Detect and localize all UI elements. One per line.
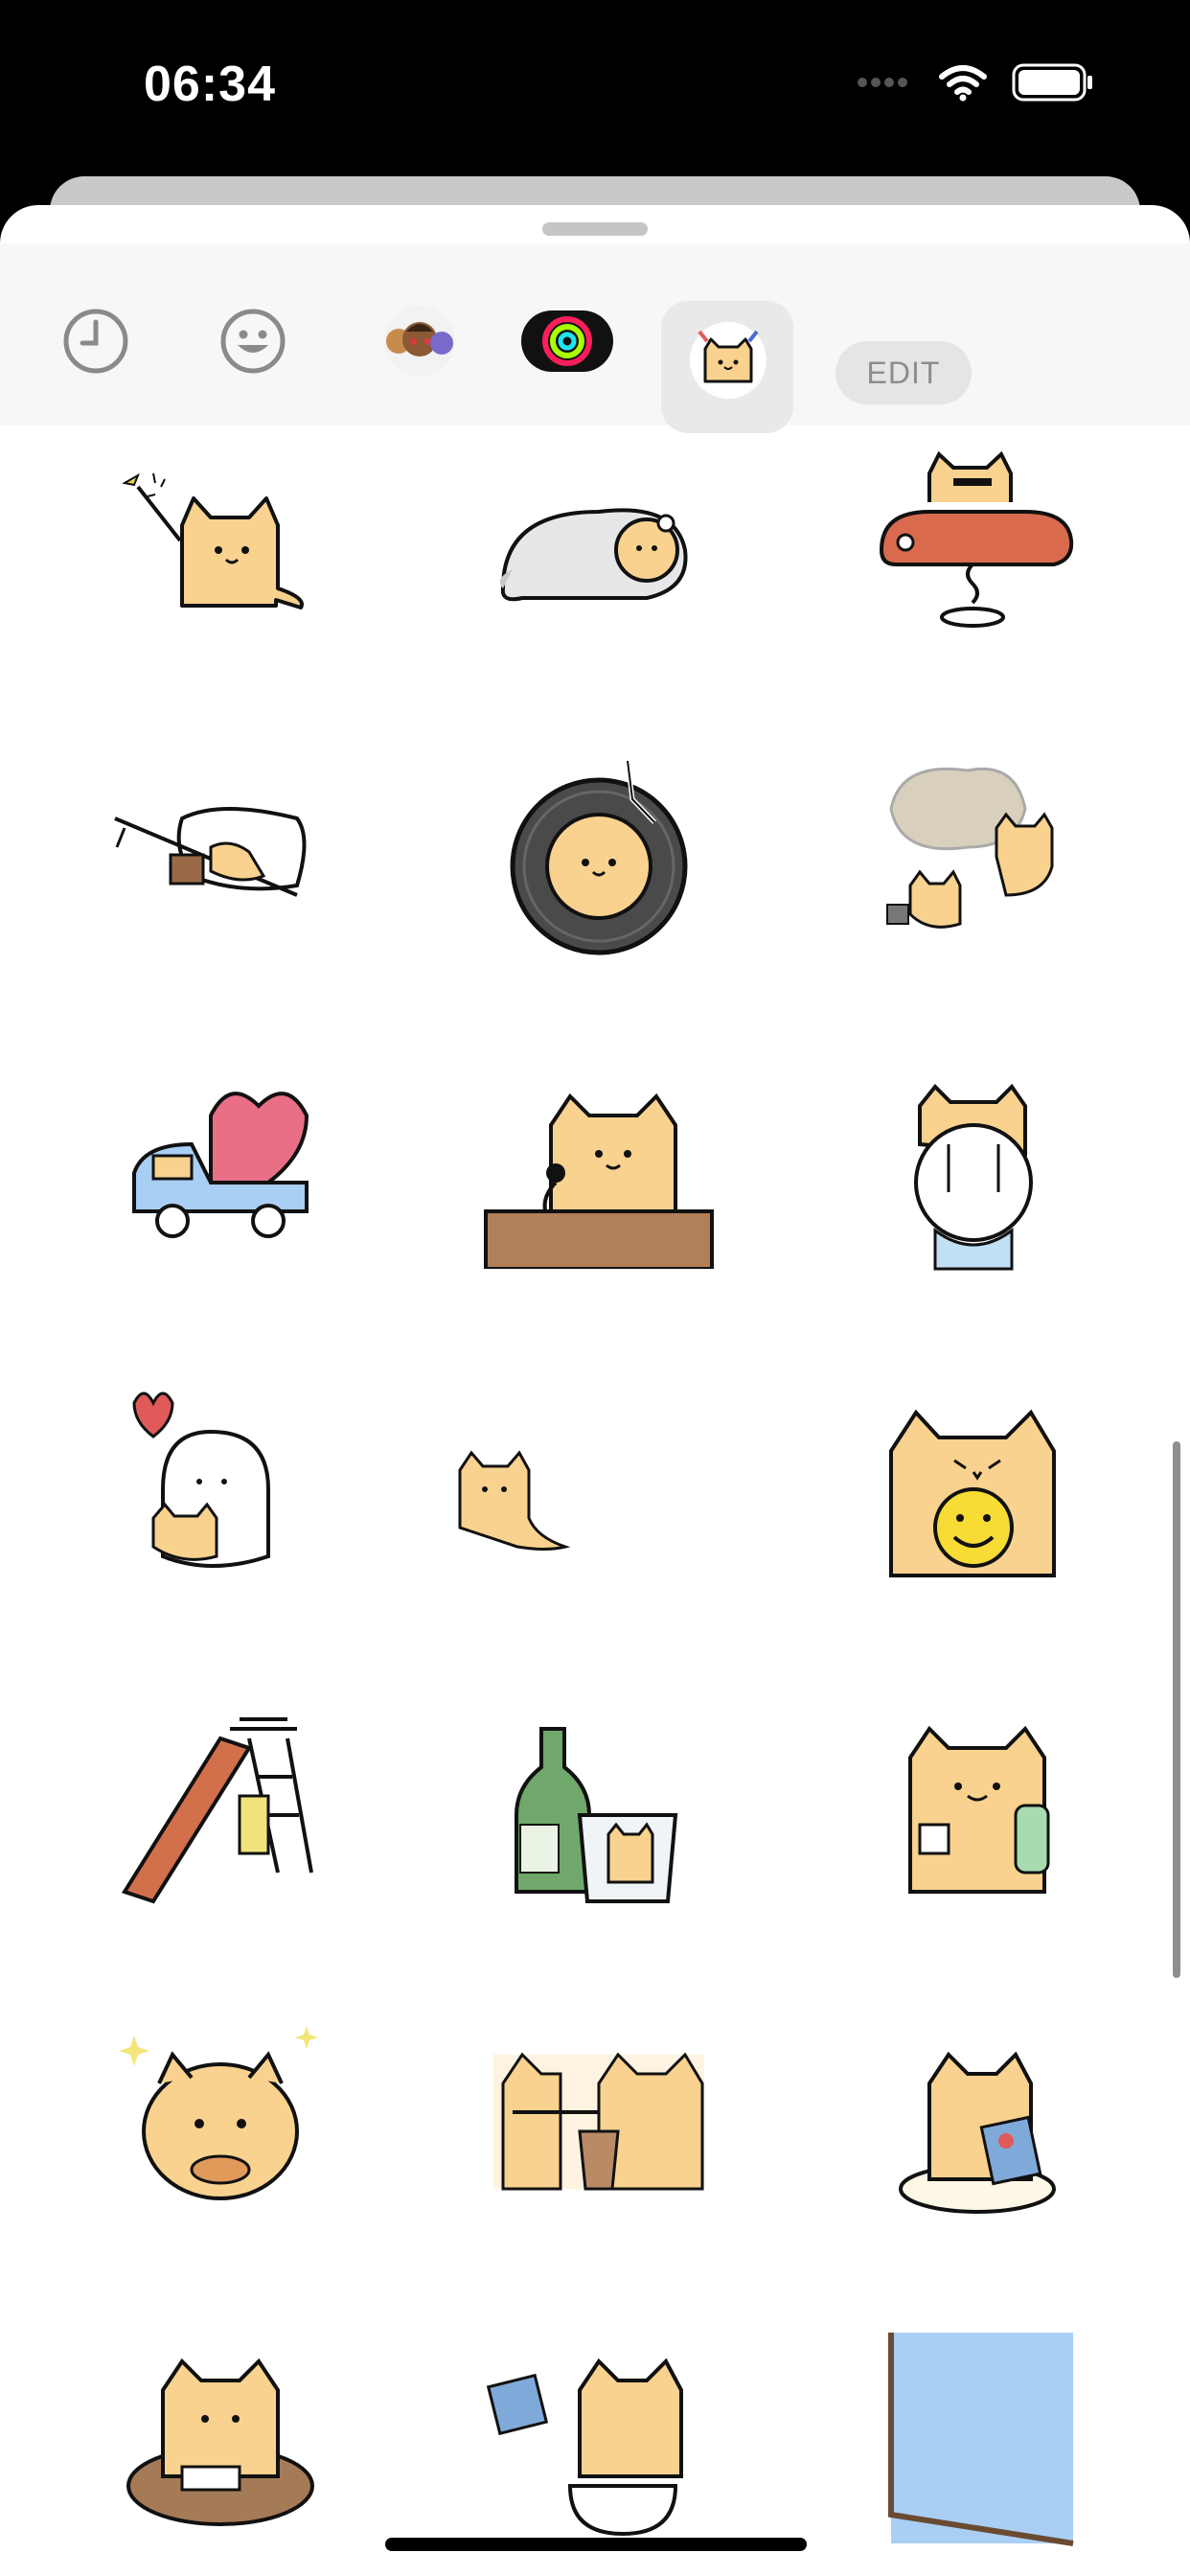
sticker-cat-drinks[interactable]: [862, 1690, 1092, 1920]
status-bar: 06:34: [0, 0, 1190, 172]
scrollbar[interactable]: [1173, 1441, 1180, 1978]
sticker-cat-cloud-dream[interactable]: [862, 742, 1092, 972]
sticker-ghost-with-heart[interactable]: [105, 1374, 335, 1604]
sticker-cat-microphone[interactable]: [484, 1058, 714, 1288]
cat-record-sticker: [510, 760, 688, 955]
wifi-icon: [939, 65, 987, 102]
sticker-cat-record[interactable]: [484, 742, 714, 972]
activity-tab[interactable]: [519, 303, 615, 380]
sticker-cat-window[interactable]: [862, 2323, 1092, 2553]
sticker-cat-toilet[interactable]: [484, 2323, 714, 2553]
sticker-cat-hugging-ghost[interactable]: [862, 1058, 1092, 1288]
cat-desk-writing-sticker: [126, 2358, 314, 2526]
cat-cloud-dream-sticker: [886, 767, 1054, 929]
home-indicator[interactable]: [385, 2538, 807, 2551]
cat-eating-sparkles-sticker: [119, 2026, 318, 2200]
recents-tab[interactable]: [57, 303, 134, 380]
cat-car-ride-sticker: [879, 450, 1074, 628]
sticker-cat-sparkler[interactable]: [105, 426, 335, 656]
sticker-cat-bottle-glass[interactable]: [484, 1690, 714, 1920]
sticker-cats-bubble-tea[interactable]: [484, 2007, 714, 2237]
sticker-toolbar: EDIT: [0, 243, 1190, 433]
cat-slide-sticker: [121, 1717, 313, 1904]
memoji-tab[interactable]: [372, 303, 468, 380]
cat-window-sticker: [888, 2333, 1074, 2546]
emoji-tab[interactable]: [215, 303, 291, 380]
sticker-cat-desk-writing[interactable]: [105, 2323, 335, 2553]
cat-smiley-ball-sticker: [889, 1409, 1056, 1577]
sticker-cat-snack-bag[interactable]: [862, 2007, 1092, 2237]
cat-pack-icon: [690, 322, 767, 399]
cat-bed-drink-sticker: [114, 807, 307, 897]
cellular-signal-icon: [858, 78, 907, 87]
ghost-with-heart-sticker: [132, 1392, 270, 1568]
activity-rings-icon: [521, 310, 613, 372]
cat-small-sticker: [458, 1450, 571, 1551]
sticker-sheet: EDIT: [0, 205, 1190, 2576]
battery-icon: [1012, 63, 1092, 102]
sticker-cat-sleeping-bag[interactable]: [484, 426, 714, 656]
cat-snack-bag-sticker: [899, 2051, 1056, 2214]
sheet-grabber[interactable]: [542, 222, 648, 236]
cat-drinks-sticker: [908, 1725, 1050, 1894]
cat-microphone-sticker: [484, 1092, 714, 1269]
status-time: 06:34: [144, 57, 276, 112]
sticker-cat-smiley-ball[interactable]: [862, 1374, 1092, 1604]
sticker-cat-car-ride[interactable]: [862, 426, 1092, 656]
cats-bubble-tea-sticker: [493, 2052, 704, 2191]
sticker-cat-bed-drink[interactable]: [105, 742, 335, 972]
cat-bottle-glass-sticker: [515, 1727, 678, 1903]
sticker-cat-small[interactable]: [422, 1374, 652, 1604]
cat-hugging-ghost-sticker: [914, 1083, 1033, 1271]
sticker-cat-eating-sparkles[interactable]: [105, 2007, 335, 2237]
cat-sleeping-bag-sticker: [499, 508, 688, 602]
cat-sparkler-sticker: [122, 472, 304, 610]
cat-pack-tab[interactable]: [680, 322, 776, 399]
status-icons: [857, 63, 1094, 102]
memoji-stickers-icon: [384, 306, 455, 377]
smiley-icon: [220, 309, 286, 374]
cat-toilet-sticker: [486, 2358, 683, 2537]
sticker-cat-slide[interactable]: [105, 1690, 335, 1920]
edit-button[interactable]: EDIT: [835, 341, 972, 404]
cat-heart-truck-sticker: [132, 1092, 309, 1238]
clock-icon: [63, 309, 128, 374]
sticker-cat-heart-truck[interactable]: [105, 1058, 335, 1288]
